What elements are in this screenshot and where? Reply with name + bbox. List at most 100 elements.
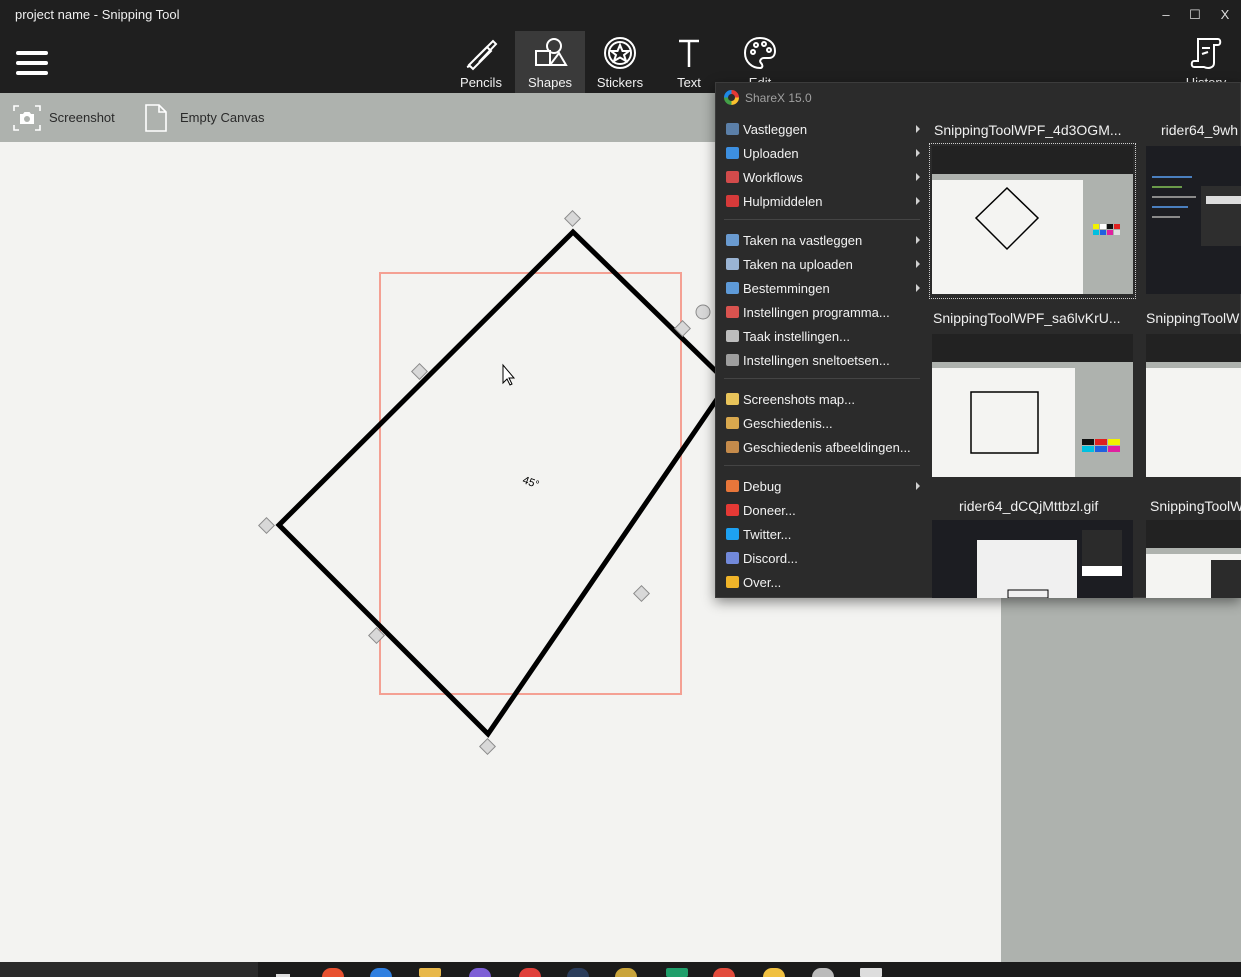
menu-item-label: Screenshots map... (743, 392, 855, 407)
stickers-icon (604, 37, 636, 69)
pencils-icon (466, 39, 498, 71)
submenu-arrow-icon (916, 284, 920, 292)
submenu-arrow-icon (916, 236, 920, 244)
menu-item-label: Over... (743, 575, 782, 590)
menu-item[interactable]: Doneer... (724, 500, 920, 522)
hamburger-menu-icon[interactable] (16, 51, 48, 77)
thumbnail-title: SnippingToolWPF_4d3OGM... (934, 122, 1122, 138)
close-button[interactable]: X (1212, 5, 1238, 25)
taskbar-app-icon[interactable] (370, 968, 392, 977)
taskbar-app-icon[interactable] (519, 968, 541, 977)
submenu-arrow-icon (916, 482, 920, 490)
menu-item-icon (726, 147, 739, 159)
thumbnail-image[interactable] (1146, 520, 1241, 598)
text-icon (679, 39, 699, 67)
menu-item-label: Twitter... (743, 527, 792, 542)
menu-item[interactable]: Screenshots map... (724, 389, 920, 411)
resize-handle-left[interactable] (258, 517, 275, 534)
menu-separator (724, 219, 920, 220)
menu-item-icon (726, 123, 739, 135)
app-titlebar: project name - Snipping Tool – ☐ X Penci… (0, 0, 1241, 93)
menu-item-icon (726, 417, 739, 429)
tool-text[interactable]: Text (654, 31, 724, 93)
menu-item-label: Geschiedenis afbeeldingen... (743, 440, 911, 455)
menu-item-icon (726, 354, 739, 366)
menu-separator (724, 378, 920, 379)
menu-item-label: Geschiedenis... (743, 416, 833, 431)
menu-separator (724, 465, 920, 466)
sharex-logo-icon (724, 90, 739, 105)
menu-item-label: Doneer... (743, 503, 796, 518)
menu-item[interactable]: Over... (724, 572, 920, 594)
taskbar-app-icon[interactable] (860, 968, 882, 977)
menu-item[interactable]: Instellingen sneltoetsen... (724, 350, 920, 372)
tool-shapes[interactable]: Shapes (515, 31, 585, 93)
taskbar-app-icon[interactable] (615, 968, 637, 977)
sharex-menu-title: ShareX 15.0 (745, 91, 812, 105)
menu-item-label: Bestemmingen (743, 281, 830, 296)
menu-item[interactable]: Hulpmiddelen (724, 191, 920, 213)
taskbar-app-icon[interactable] (567, 968, 589, 977)
thumbnail-title: rider64_dCQjMttbzl.gif (959, 498, 1099, 514)
resize-handle-top[interactable] (564, 210, 581, 227)
menu-item[interactable]: Taken na uploaden (724, 254, 920, 276)
folder-icon[interactable] (419, 968, 441, 977)
empty-canvas-button[interactable]: Empty Canvas (143, 103, 273, 133)
thumbnail-image[interactable] (932, 520, 1133, 598)
submenu-arrow-icon (916, 173, 920, 181)
window-title: project name - Snipping Tool (15, 7, 180, 22)
menu-item[interactable]: Geschiedenis afbeeldingen... (724, 437, 920, 459)
tool-stickers-label: Stickers (596, 75, 644, 90)
menu-item[interactable]: Taken na vastleggen (724, 230, 920, 252)
diamond-shape[interactable] (275, 228, 732, 738)
taskbar-app-icon[interactable] (322, 968, 344, 977)
tool-pencils[interactable]: Pencils (446, 31, 516, 93)
menu-item-label: Taak instellingen... (743, 329, 850, 344)
menu-item[interactable]: Geschiedenis... (724, 413, 920, 435)
rotation-handle[interactable] (695, 304, 711, 320)
screenshot-button[interactable]: Screenshot (12, 103, 122, 133)
menu-item[interactable]: Twitter... (724, 524, 920, 546)
taskbar-app-icon[interactable] (812, 968, 834, 977)
thumbnail-image[interactable] (1146, 146, 1241, 294)
mouse-cursor-icon (502, 363, 516, 386)
menu-item-icon (726, 171, 739, 183)
menu-item-icon (726, 480, 739, 492)
menu-item-label: Taken na vastleggen (743, 233, 863, 248)
submenu-arrow-icon (916, 149, 920, 157)
menu-item-icon (726, 552, 739, 564)
menu-item[interactable]: Debug (724, 476, 920, 498)
taskbar-app-icon[interactable] (713, 968, 735, 977)
document-icon (145, 104, 167, 132)
screenshot-label: Screenshot (49, 110, 115, 125)
taskbar-app-icon[interactable] (469, 968, 491, 977)
menu-item-label: Vastleggen (743, 122, 808, 137)
menu-item[interactable]: Vastleggen (724, 119, 920, 141)
menu-item[interactable]: Instellingen programma... (724, 302, 920, 324)
menu-item-label: Uploaden (743, 146, 799, 161)
menu-item[interactable]: Taak instellingen... (724, 326, 920, 348)
maximize-button[interactable]: ☐ (1182, 5, 1208, 25)
taskbar-app-icon[interactable] (763, 968, 785, 977)
taskbar-app-icon[interactable] (666, 968, 688, 977)
minimize-button[interactable]: – (1153, 5, 1179, 25)
tool-pencils-label: Pencils (460, 75, 502, 90)
menu-item[interactable]: Bestemmingen (724, 278, 920, 300)
tool-stickers[interactable]: Stickers (585, 31, 655, 93)
menu-item[interactable]: Discord... (724, 548, 920, 570)
menu-item[interactable]: Workflows (724, 167, 920, 189)
camera-icon (13, 105, 41, 131)
thumbnail-image[interactable] (932, 334, 1133, 477)
rotation-angle-label: 45° (521, 474, 541, 491)
resize-handle-bottom-right[interactable] (633, 585, 650, 602)
taskbar-search-area[interactable] (0, 962, 258, 977)
submenu-arrow-icon (916, 125, 920, 133)
thumbnail-image[interactable] (1146, 334, 1241, 477)
thumbnail-title: SnippingToolW (1146, 310, 1240, 326)
thumbnail-title: SnippingToolW (1150, 498, 1241, 514)
shapes-icon (535, 38, 568, 66)
resize-handle-bottom[interactable] (479, 738, 496, 755)
menu-item[interactable]: Uploaden (724, 143, 920, 165)
menu-item-icon (726, 195, 739, 207)
thumbnail-image[interactable] (932, 146, 1133, 294)
